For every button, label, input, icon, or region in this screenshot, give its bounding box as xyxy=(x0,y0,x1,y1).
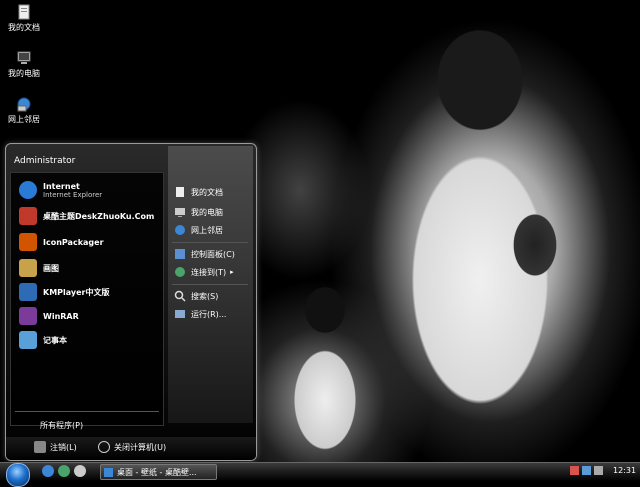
shutdown-label: 关闭计算机(U) xyxy=(114,442,167,452)
lock-icon xyxy=(34,441,46,453)
place-label: 控制面板(C) xyxy=(191,249,235,259)
shutdown-button[interactable]: 关闭计算机(U) xyxy=(98,441,166,453)
start-menu: Administrator Internet Internet Explorer… xyxy=(5,143,257,461)
desktop-icon-my-documents[interactable]: 我的文档 xyxy=(0,4,48,33)
place-network[interactable]: 网上邻居 xyxy=(174,222,223,238)
start-menu-places-pane: 我的文档 我的电脑 网上邻居 控制面板(C) 连接到(T) ▸ 搜索(S) 运行… xyxy=(168,146,253,423)
place-label: 搜索(S) xyxy=(191,291,219,301)
program-name: 记事本 xyxy=(43,335,67,345)
program-name: WinRAR xyxy=(43,311,79,321)
iconpackager-icon xyxy=(19,233,37,251)
divider xyxy=(172,284,248,285)
tray-network-icon[interactable] xyxy=(582,466,591,475)
control-panel-icon xyxy=(175,249,185,259)
search-icon xyxy=(174,290,186,302)
paint-icon xyxy=(19,259,37,277)
divider xyxy=(172,242,248,243)
all-programs-button[interactable]: 所有程序(P) xyxy=(40,420,83,431)
place-my-computer[interactable]: 我的电脑 xyxy=(174,204,223,220)
ie-icon xyxy=(19,181,37,199)
wallpaper-graphic-shirt xyxy=(495,190,575,300)
program-internet-explorer[interactable]: Internet Internet Explorer xyxy=(19,179,102,201)
program-name: KMPlayer中文版 xyxy=(43,287,110,297)
network-icon xyxy=(17,97,31,112)
program-deskzhuoku[interactable]: 桌酷主题DeskZhuoKu.Com xyxy=(19,205,154,227)
start-menu-username: Administrator xyxy=(14,156,76,166)
deskzhuoku-icon xyxy=(19,207,37,225)
desktop-icon-label: 我的电脑 xyxy=(8,69,40,78)
place-label: 运行(R)... xyxy=(191,309,227,319)
quicklaunch-media-icon[interactable] xyxy=(58,465,70,477)
program-paint[interactable]: 画图 xyxy=(19,257,59,279)
program-notepad[interactable]: 记事本 xyxy=(19,329,67,351)
divider xyxy=(15,411,159,412)
window-icon xyxy=(104,467,113,477)
start-button[interactable] xyxy=(6,463,30,487)
taskbar-clock[interactable]: 12:31 xyxy=(613,466,636,475)
place-label: 连接到(T) xyxy=(191,267,227,277)
program-iconpackager[interactable]: IconPackager xyxy=(19,231,104,253)
network-icon xyxy=(175,225,185,235)
my-computer-icon xyxy=(175,208,185,217)
desktop-icon-my-computer[interactable]: 我的电脑 xyxy=(0,50,48,79)
program-subtitle: Internet Explorer xyxy=(43,190,103,199)
place-label: 网上邻居 xyxy=(191,225,223,235)
quicklaunch-ie-icon[interactable] xyxy=(42,465,54,477)
program-name: 画图 xyxy=(43,263,59,273)
place-label: 我的电脑 xyxy=(191,207,223,217)
program-kmplayer[interactable]: KMPlayer中文版 xyxy=(19,281,110,303)
kmplayer-icon xyxy=(19,283,37,301)
taskbar-window-label: 桌面 - 壁纸 - 桌酷壁... xyxy=(117,467,197,477)
place-control-panel[interactable]: 控制面板(C) xyxy=(174,246,235,262)
program-name: Internet xyxy=(43,181,80,191)
tray-alert-icon[interactable] xyxy=(570,466,579,475)
logoff-label: 注销(L) xyxy=(50,442,77,452)
program-name: IconPackager xyxy=(43,237,104,247)
power-icon xyxy=(98,441,110,453)
place-run[interactable]: 运行(R)... xyxy=(174,306,226,322)
desktop-icon-network[interactable]: 网上邻居 xyxy=(0,96,48,125)
submenu-arrow-icon: ▸ xyxy=(230,268,234,276)
place-search[interactable]: 搜索(S) xyxy=(174,288,218,304)
winrar-icon xyxy=(19,307,37,325)
taskbar xyxy=(0,462,640,481)
my-documents-icon xyxy=(176,187,184,197)
program-name: 桌酷主题DeskZhuoKu.Com xyxy=(43,211,155,221)
logoff-button[interactable]: 注销(L) xyxy=(34,441,77,453)
quicklaunch-desktop-icon[interactable] xyxy=(74,465,86,477)
tray-volume-icon[interactable] xyxy=(594,466,603,475)
program-winrar[interactable]: WinRAR xyxy=(19,305,79,327)
place-my-documents[interactable]: 我的文档 xyxy=(174,184,223,200)
connect-to-icon xyxy=(175,267,185,277)
my-documents-icon xyxy=(18,4,30,20)
start-menu-programs-pane: Internet Internet Explorer 桌酷主题DeskZhuoK… xyxy=(10,172,164,426)
desktop-icon-label: 我的文档 xyxy=(8,23,40,32)
run-icon xyxy=(175,310,185,318)
my-computer-icon xyxy=(17,51,31,64)
taskbar-window-button[interactable]: 桌面 - 壁纸 - 桌酷壁... xyxy=(100,464,217,480)
notepad-icon xyxy=(19,331,37,349)
start-menu-footer: 注销(L) 关闭计算机(U) xyxy=(6,437,256,460)
place-label: 我的文档 xyxy=(191,187,223,197)
desktop-icon-label: 网上邻居 xyxy=(8,115,40,124)
wallpaper-figure-small xyxy=(270,270,380,460)
place-connect-to[interactable]: 连接到(T) ▸ xyxy=(174,264,234,280)
